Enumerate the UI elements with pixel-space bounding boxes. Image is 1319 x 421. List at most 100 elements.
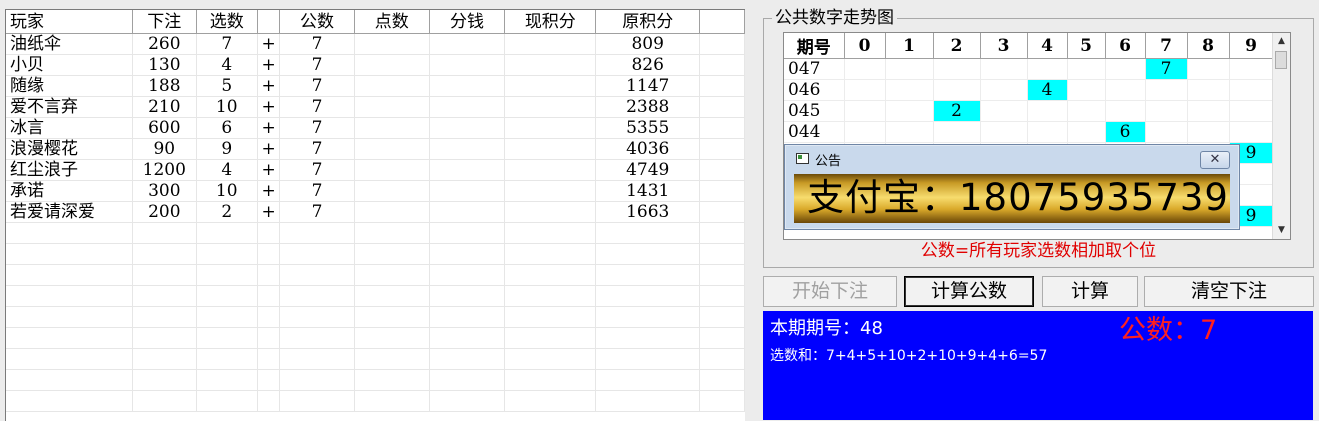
table-cell[interactable] xyxy=(504,369,597,391)
table-cell[interactable] xyxy=(699,390,745,412)
table-row[interactable]: 若爱请深爱 200 2 +7 1663 xyxy=(6,201,745,223)
table-cell[interactable] xyxy=(595,222,700,244)
empty-table-row[interactable] xyxy=(6,222,745,244)
close-icon[interactable]: ✕ xyxy=(1200,151,1230,169)
table-cell[interactable]: 承诺 xyxy=(6,180,133,202)
column-header[interactable]: 下注 xyxy=(132,10,197,34)
table-cell[interactable]: + xyxy=(257,201,281,223)
table-cell[interactable] xyxy=(354,243,430,265)
table-cell[interactable]: 210 xyxy=(132,96,197,118)
table-cell[interactable] xyxy=(354,390,430,412)
table-cell[interactable] xyxy=(429,159,506,181)
table-cell[interactable] xyxy=(132,369,197,391)
table-cell[interactable]: 冰言 xyxy=(6,117,133,139)
empty-table-row[interactable] xyxy=(6,390,745,412)
table-cell[interactable] xyxy=(279,243,355,265)
table-cell[interactable] xyxy=(429,306,506,328)
trend-row[interactable]: 046 4 xyxy=(784,79,1274,101)
table-cell[interactable] xyxy=(595,369,700,391)
table-cell[interactable] xyxy=(504,222,597,244)
table-cell[interactable] xyxy=(257,264,281,286)
table-cell[interactable]: 90 xyxy=(132,138,197,160)
table-cell[interactable] xyxy=(354,201,430,223)
table-cell[interactable] xyxy=(354,348,430,370)
table-cell[interactable]: 200 xyxy=(132,201,197,223)
table-cell[interactable]: 爱不言弃 xyxy=(6,96,133,118)
table-cell[interactable] xyxy=(504,243,597,265)
empty-table-row[interactable] xyxy=(6,327,745,349)
table-cell[interactable]: 7 xyxy=(279,117,355,139)
table-cell[interactable] xyxy=(429,180,506,202)
empty-table-row[interactable] xyxy=(6,306,745,328)
empty-table-row[interactable] xyxy=(6,348,745,370)
table-cell[interactable] xyxy=(504,348,597,370)
table-cell[interactable] xyxy=(354,117,430,139)
notice-dialog[interactable]: 公告 ✕ 支付宝：18075935739 xyxy=(784,144,1240,230)
table-cell[interactable] xyxy=(429,117,506,139)
table-cell[interactable] xyxy=(279,327,355,349)
table-cell[interactable]: + xyxy=(257,159,281,181)
empty-table-row[interactable] xyxy=(6,264,745,286)
clear-bets-button[interactable]: 清空下注 xyxy=(1144,276,1314,307)
table-cell[interactable] xyxy=(504,390,597,412)
table-cell[interactable] xyxy=(504,180,597,202)
table-cell[interactable]: 130 xyxy=(132,54,197,76)
table-cell[interactable] xyxy=(354,327,430,349)
table-cell[interactable] xyxy=(429,327,506,349)
table-row[interactable]: 随缘 188 5 +7 1147 xyxy=(6,75,745,97)
table-cell[interactable] xyxy=(196,369,258,391)
table-cell[interactable]: 7 xyxy=(279,33,355,55)
table-cell[interactable] xyxy=(354,264,430,286)
table-cell[interactable]: 随缘 xyxy=(6,75,133,97)
table-cell[interactable]: 1431 xyxy=(595,180,700,202)
table-cell[interactable] xyxy=(6,327,133,349)
table-cell[interactable]: 7 xyxy=(279,54,355,76)
table-cell[interactable] xyxy=(354,306,430,328)
table-cell[interactable] xyxy=(699,348,745,370)
table-cell[interactable]: + xyxy=(257,117,281,139)
table-row[interactable]: 红尘浪子 1200 4 +7 4749 xyxy=(6,159,745,181)
table-cell[interactable]: 600 xyxy=(132,117,197,139)
table-cell[interactable] xyxy=(196,222,258,244)
column-header[interactable]: 公数 xyxy=(279,10,355,34)
empty-table-row[interactable] xyxy=(6,243,745,265)
scroll-down-arrow-icon[interactable]: ▼ xyxy=(1273,222,1290,239)
table-row[interactable]: 冰言 600 6 +7 5355 xyxy=(6,117,745,139)
scroll-up-arrow-icon[interactable]: ▲ xyxy=(1273,33,1290,50)
table-cell[interactable] xyxy=(279,369,355,391)
table-cell[interactable] xyxy=(595,327,700,349)
table-cell[interactable]: 4036 xyxy=(595,138,700,160)
table-cell[interactable] xyxy=(132,243,197,265)
table-cell[interactable] xyxy=(257,369,281,391)
table-cell[interactable] xyxy=(279,222,355,244)
table-cell[interactable] xyxy=(699,222,745,244)
table-cell[interactable] xyxy=(132,285,197,307)
table-cell[interactable] xyxy=(132,348,197,370)
table-cell[interactable] xyxy=(132,306,197,328)
table-cell[interactable] xyxy=(132,390,197,412)
table-cell[interactable]: 油纸伞 xyxy=(6,33,133,55)
table-cell[interactable]: 188 xyxy=(132,75,197,97)
table-cell[interactable] xyxy=(279,390,355,412)
table-cell[interactable] xyxy=(429,33,506,55)
table-cell[interactable] xyxy=(196,327,258,349)
table-cell[interactable]: 1147 xyxy=(595,75,700,97)
table-cell[interactable] xyxy=(699,285,745,307)
table-cell[interactable]: 红尘浪子 xyxy=(6,159,133,181)
table-cell[interactable]: + xyxy=(257,54,281,76)
empty-table-row[interactable] xyxy=(6,369,745,391)
table-cell[interactable] xyxy=(6,285,133,307)
table-cell[interactable] xyxy=(196,390,258,412)
table-cell[interactable]: + xyxy=(257,75,281,97)
table-cell[interactable] xyxy=(354,159,430,181)
table-cell[interactable] xyxy=(6,306,133,328)
table-row[interactable]: 爱不言弃 210 10 +7 2388 xyxy=(6,96,745,118)
table-cell[interactable]: 7 xyxy=(279,138,355,160)
table-cell[interactable]: 9 xyxy=(196,138,258,160)
table-cell[interactable] xyxy=(354,33,430,55)
table-cell[interactable] xyxy=(6,243,133,265)
table-cell[interactable] xyxy=(429,348,506,370)
table-cell[interactable] xyxy=(279,348,355,370)
table-cell[interactable] xyxy=(6,369,133,391)
table-cell[interactable] xyxy=(196,264,258,286)
